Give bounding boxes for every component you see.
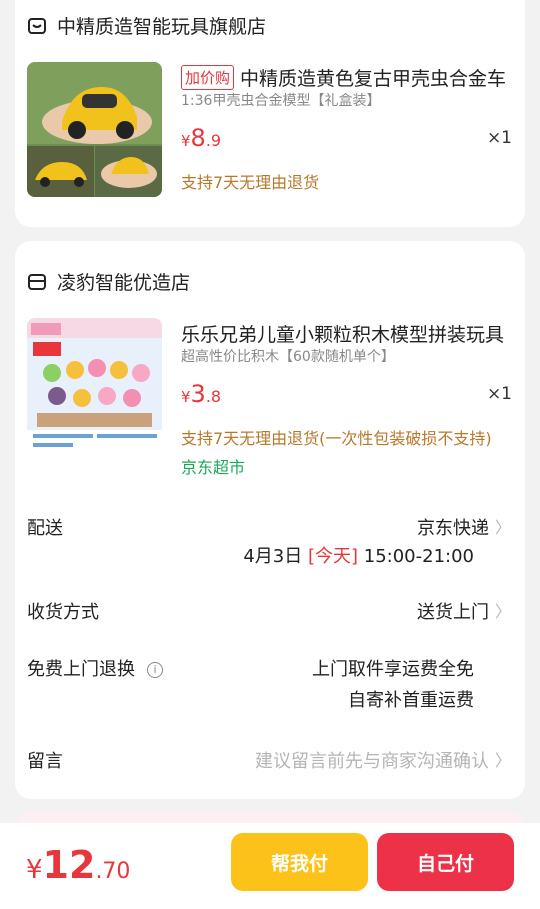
product-spec-2[interactable]: 超高性价比积木【60款随机单个】 xyxy=(181,346,395,366)
price-symbol: ¥ xyxy=(181,388,191,406)
chevron-right-icon[interactable]: 〉 xyxy=(495,598,511,622)
product-qty-2: ×1 xyxy=(486,384,512,404)
checkout-bar: ¥12.70 帮我付 自己付 xyxy=(0,823,540,909)
delivery-carrier[interactable]: 京东快递 xyxy=(417,514,489,540)
store-name: 凌豹智能优造店 xyxy=(57,272,191,294)
beetle-car-image xyxy=(27,62,162,197)
free-return-text: 免费上门退换 xyxy=(27,659,135,680)
receive-method-value[interactable]: 送货上门 xyxy=(417,598,489,624)
price-int: 3 xyxy=(190,380,206,408)
delivery-time[interactable]: 4月3日 [今天] 15:00-21:00 xyxy=(243,542,474,568)
info-icon[interactable]: i xyxy=(147,662,163,678)
chevron-right-icon[interactable]: 〉 xyxy=(495,514,511,538)
store-name: 中精质造智能玩具旗舰店 xyxy=(57,16,267,38)
free-return-label: 免费上门退换 i xyxy=(27,655,163,681)
price-int: 8 xyxy=(190,124,206,152)
add-price-tag: 加价购 xyxy=(181,65,235,90)
product-title-1[interactable]: 加价购 中精质造黄色复古甲壳虫合金车 xyxy=(181,64,512,91)
product-qty-1: ×1 xyxy=(486,128,512,148)
total-symbol: ¥ xyxy=(26,855,43,885)
product-price-1: ¥8.9 xyxy=(181,124,221,152)
product-spec-1[interactable]: 1:36甲壳虫合金模型【礼盒装】 xyxy=(181,90,380,110)
total-int: 12 xyxy=(42,843,96,887)
help-me-pay-button[interactable]: 帮我付 xyxy=(231,833,368,891)
price-symbol: ¥ xyxy=(181,132,191,150)
receive-method-label: 收货方式 xyxy=(27,602,99,623)
store-header-2[interactable]: 凌豹智能优造店 xyxy=(27,268,190,295)
product-image-beetle[interactable] xyxy=(27,62,162,197)
delivery-timespan: 15:00-21:00 xyxy=(363,546,474,567)
delivery-date: 4月3日 xyxy=(243,546,303,567)
product-price-2: ¥3.8 xyxy=(181,380,221,408)
jd-supermarket-badge: 京东超市 xyxy=(181,458,246,477)
free-return-line1: 上门取件享运费全免 xyxy=(312,659,474,680)
building-blocks-image xyxy=(27,318,162,453)
message-label: 留言 xyxy=(27,751,63,772)
delivery-today: [今天] xyxy=(307,546,359,567)
return-policy-2: 支持7天无理由退货(一次性包装破损不支持) xyxy=(181,429,492,448)
total-price: ¥12.70 xyxy=(26,843,130,887)
store-header-1[interactable]: 中精质造智能玩具旗舰店 xyxy=(27,12,266,39)
pay-myself-button[interactable]: 自己付 xyxy=(377,833,514,891)
total-dec: .70 xyxy=(95,859,131,884)
store-icon xyxy=(28,273,46,290)
product-title-2[interactable]: 乐乐兄弟儿童小颗粒积木模型拼装玩具 xyxy=(181,320,512,347)
price-dec: .9 xyxy=(205,131,222,150)
price-dec: .8 xyxy=(205,387,222,406)
delivery-label: 配送 xyxy=(27,518,63,539)
store-icon xyxy=(28,17,46,34)
return-policy-1: 支持7天无理由退货 xyxy=(181,173,320,192)
product-title-text: 中精质造黄色复古甲壳虫合金车 xyxy=(240,68,507,90)
chevron-right-icon[interactable]: 〉 xyxy=(495,747,511,771)
product-image-blocks[interactable] xyxy=(27,318,162,453)
message-input[interactable]: 建议留言前先与商家沟通确认 xyxy=(255,747,489,773)
free-return-line2: 自寄补首重运费 xyxy=(348,690,474,711)
